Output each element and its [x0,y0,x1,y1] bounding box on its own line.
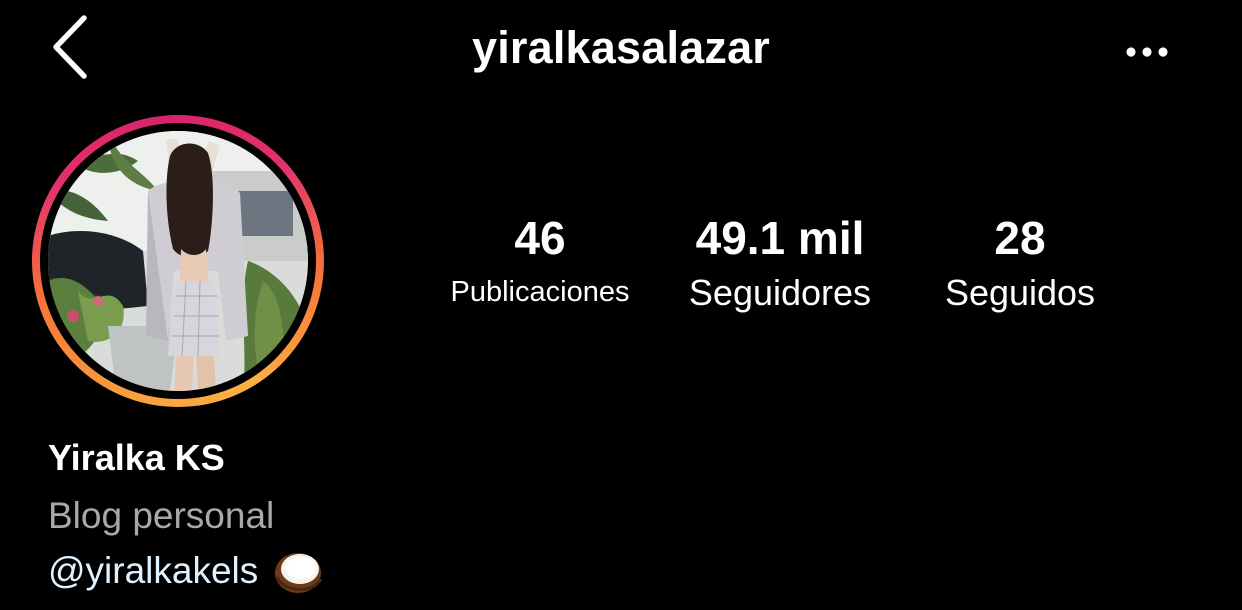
mention-link[interactable]: @yiralkakels [48,547,324,595]
posts-count: 46 [514,212,566,264]
stat-posts[interactable]: 46 Publicaciones [420,215,660,307]
posts-label: Publicaciones [450,276,630,308]
profile-screen: yiralkasalazar 46 Publicaciones 49.1 mil… [0,0,1242,610]
coconut-icon [275,553,323,593]
following-label: Seguidos [944,272,1096,313]
page-title: yiralkasalazar [471,22,771,73]
profile-category: Blog personal [48,495,275,536]
more-options-button[interactable] [1118,30,1178,74]
stat-following[interactable]: 28 Seguidos [905,215,1135,311]
avatar[interactable] [48,131,308,391]
display-name: Yiralka KS [48,437,225,478]
stat-followers[interactable]: 49.1 mil Seguidores [660,215,900,311]
followers-count: 49.1 mil [695,212,865,264]
followers-label: Seguidores [688,272,872,313]
avatar-photo [48,131,308,391]
more-horizontal-icon [1126,47,1168,57]
story-ring[interactable] [32,115,324,407]
mention-text: @yiralkakels [48,550,259,591]
following-count: 28 [994,212,1046,264]
